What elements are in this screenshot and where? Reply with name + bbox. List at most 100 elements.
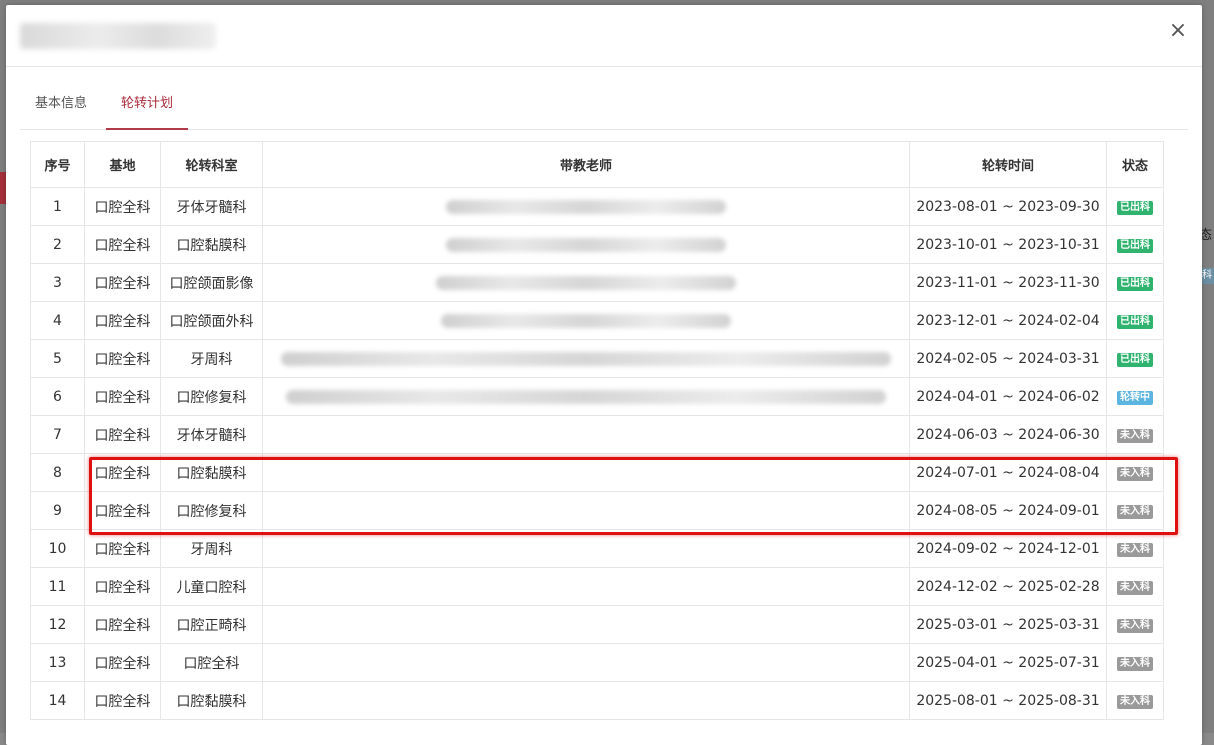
status-badge: 未入科 [1117,543,1153,557]
table-row: 4 口腔全科 口腔颌面外科 2023-12-01 ~ 2024-02-04 已出科 [30,301,1164,340]
row-rotation-time: 2023-08-01 ~ 2023-09-30 [909,187,1107,226]
row-department: 口腔颌面影像 [160,263,263,302]
table-row: 1 口腔全科 牙体牙髓科 2023-08-01 ~ 2023-09-30 已出科 [30,187,1164,226]
row-status: 未入科 [1106,643,1164,682]
row-teacher [262,453,910,492]
header-teacher: 带教老师 [262,141,910,188]
row-rotation-time: 2024-12-02 ~ 2025-02-28 [909,567,1107,606]
row-department: 口腔颌面外科 [160,301,263,340]
dialog-header: × [6,5,1202,67]
row-status: 已出科 [1106,187,1164,226]
tab-basic-info[interactable]: 基本信息 [20,87,102,129]
row-department: 牙体牙髓科 [160,415,263,454]
row-base: 口腔全科 [84,225,161,264]
row-teacher [262,567,910,606]
row-status: 未入科 [1106,491,1164,530]
row-status: 已出科 [1106,339,1164,378]
table-row: 11 口腔全科 儿童口腔科 2024-12-02 ~ 2025-02-28 未入科 [30,567,1164,606]
row-status: 已出科 [1106,301,1164,340]
row-base: 口腔全科 [84,187,161,226]
row-teacher [262,415,910,454]
table-row: 6 口腔全科 口腔修复科 2024-04-01 ~ 2024-06-02 轮转中 [30,377,1164,416]
background-tag: 科 [1200,268,1214,284]
row-base: 口腔全科 [84,491,161,530]
row-department: 口腔黏膜科 [160,453,263,492]
row-rotation-time: 2023-10-01 ~ 2023-10-31 [909,225,1107,264]
row-base: 口腔全科 [84,605,161,644]
row-department: 口腔全科 [160,643,263,682]
row-rotation-time: 2024-04-01 ~ 2024-06-02 [909,377,1107,416]
row-teacher [262,681,910,720]
row-department: 口腔正畸科 [160,605,263,644]
table-header-row: 序号 基地 轮转科室 带教老师 轮转时间 状态 [30,141,1164,188]
row-rotation-time: 2024-07-01 ~ 2024-08-04 [909,453,1107,492]
row-teacher [262,301,910,340]
status-badge: 未入科 [1117,695,1153,709]
row-department: 儿童口腔科 [160,567,263,606]
row-index: 3 [30,263,85,302]
row-status: 已出科 [1106,225,1164,264]
row-base: 口腔全科 [84,301,161,340]
row-index: 14 [30,681,85,720]
table-row: 14 口腔全科 口腔黏膜科 2025-08-01 ~ 2025-08-31 未入科 [30,681,1164,720]
row-base: 口腔全科 [84,263,161,302]
status-badge: 已出科 [1117,353,1153,367]
row-index: 12 [30,605,85,644]
row-teacher [262,187,910,226]
status-badge: 已出科 [1117,201,1153,215]
table-row: 7 口腔全科 牙体牙髓科 2024-06-03 ~ 2024-06-30 未入科 [30,415,1164,454]
row-index: 13 [30,643,85,682]
teacher-names-blurred [441,313,731,328]
row-department: 口腔修复科 [160,491,263,530]
row-base: 口腔全科 [84,453,161,492]
table-row: 13 口腔全科 口腔全科 2025-04-01 ~ 2025-07-31 未入科 [30,643,1164,682]
teacher-names-blurred [446,199,726,214]
row-teacher [262,339,910,378]
row-teacher [262,263,910,302]
row-rotation-time: 2024-02-05 ~ 2024-03-31 [909,339,1107,378]
tab-rotation-plan[interactable]: 轮转计划 [106,87,189,130]
row-department: 口腔黏膜科 [160,225,263,264]
row-teacher [262,377,910,416]
row-index: 4 [30,301,85,340]
row-index: 5 [30,339,85,378]
table-row: 8 口腔全科 口腔黏膜科 2024-07-01 ~ 2024-08-04 未入科 [30,453,1164,492]
row-base: 口腔全科 [84,415,161,454]
table-row: 9 口腔全科 口腔修复科 2024-08-05 ~ 2024-09-01 未入科 [30,491,1164,530]
row-index: 10 [30,529,85,568]
status-badge: 未入科 [1117,619,1153,633]
row-status: 未入科 [1106,681,1164,720]
row-department: 口腔修复科 [160,377,263,416]
row-base: 口腔全科 [84,339,161,378]
row-rotation-time: 2023-11-01 ~ 2023-11-30 [909,263,1107,302]
row-base: 口腔全科 [84,377,161,416]
header-status: 状态 [1106,141,1164,188]
dialog-title-blurred [20,23,216,49]
row-rotation-time: 2023-12-01 ~ 2024-02-04 [909,301,1107,340]
status-badge: 未入科 [1117,657,1153,671]
status-badge: 未入科 [1117,467,1153,481]
status-badge: 轮转中 [1117,391,1153,405]
row-status: 未入科 [1106,567,1164,606]
row-status: 未入科 [1106,415,1164,454]
row-index: 7 [30,415,85,454]
row-teacher [262,643,910,682]
close-icon[interactable]: × [1168,19,1188,43]
table-row: 3 口腔全科 口腔颌面影像 2023-11-01 ~ 2023-11-30 已出科 [30,263,1164,302]
header-rotation-time: 轮转时间 [909,141,1107,188]
row-teacher [262,529,910,568]
row-index: 1 [30,187,85,226]
row-rotation-time: 2025-08-01 ~ 2025-08-31 [909,681,1107,720]
row-rotation-time: 2025-04-01 ~ 2025-07-31 [909,643,1107,682]
row-base: 口腔全科 [84,567,161,606]
row-teacher [262,605,910,644]
table-row: 2 口腔全科 口腔黏膜科 2023-10-01 ~ 2023-10-31 已出科 [30,225,1164,264]
row-index: 2 [30,225,85,264]
teacher-names-blurred [286,389,886,404]
row-rotation-time: 2025-03-01 ~ 2025-03-31 [909,605,1107,644]
header-base: 基地 [84,141,161,188]
header-department: 轮转科室 [160,141,263,188]
header-index: 序号 [30,141,85,188]
row-index: 8 [30,453,85,492]
row-teacher [262,225,910,264]
